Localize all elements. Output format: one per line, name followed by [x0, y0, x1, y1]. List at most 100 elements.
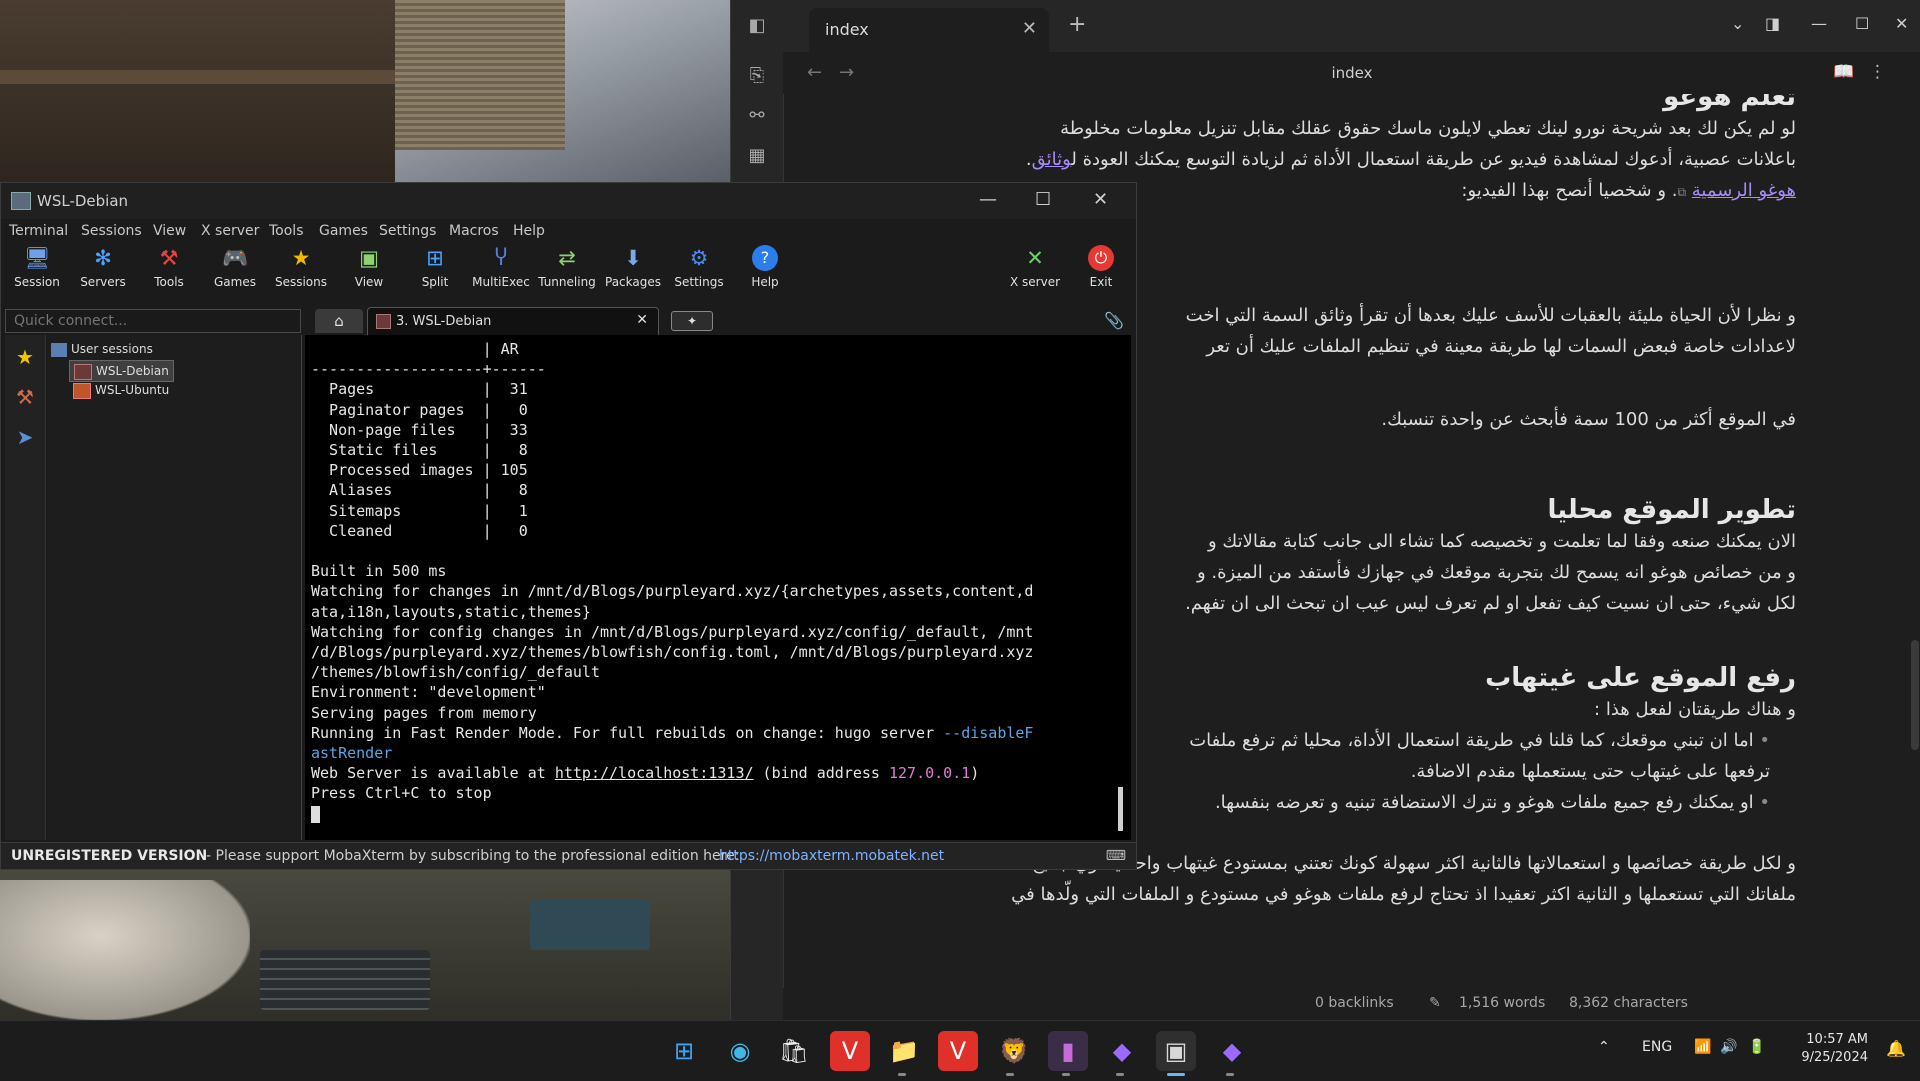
external-link-icon: ⧉: [1677, 185, 1687, 199]
send-icon[interactable]: ➤: [13, 425, 37, 449]
right-sidebar-icon[interactable]: ◨: [1765, 14, 1780, 33]
packages-label: Packages: [605, 275, 661, 289]
multiexec-label: MultiExec: [472, 275, 530, 289]
close-tab-icon[interactable]: ✕: [1022, 18, 1037, 39]
vivaldi-icon[interactable]: V: [830, 1031, 870, 1071]
wallpaper-beam: [0, 0, 395, 190]
menu-macros[interactable]: Macros: [449, 223, 499, 239]
reading-view-icon[interactable]: 📖: [1833, 62, 1854, 82]
tunneling-icon: ⇄: [558, 246, 576, 270]
home-tab[interactable]: ⌂: [315, 309, 363, 333]
view-label: View: [354, 275, 384, 289]
terminal-scrollbar[interactable]: [1118, 787, 1123, 831]
x-server-button[interactable]: ✕ X server: [1005, 245, 1065, 289]
store-icon[interactable]: 🛍: [774, 1031, 814, 1071]
file-explorer-icon[interactable]: 📁: [884, 1031, 924, 1071]
session-tab-wsl-debian[interactable]: 3. WSL-Debian ✕: [367, 307, 659, 336]
chevron-up-icon[interactable]: ⌃: [1598, 1039, 1610, 1055]
brave-icon[interactable]: 🦁: [994, 1031, 1034, 1071]
close-tab-icon[interactable]: ✕: [636, 312, 648, 328]
menu-terminal[interactable]: Terminal: [9, 223, 68, 239]
clock-date: 9/25/2024: [1801, 1050, 1868, 1065]
session-button[interactable]: 🖥 Session: [7, 245, 67, 289]
canvas-icon[interactable]: ▦: [745, 144, 769, 168]
minimize-icon[interactable]: —: [1811, 14, 1827, 33]
menu-view[interactable]: View: [153, 223, 186, 239]
close-window-icon[interactable]: ✕: [1093, 189, 1108, 210]
close-window-icon[interactable]: ✕: [1895, 14, 1908, 33]
new-session-tab-button[interactable]: ✦: [671, 311, 713, 331]
tab-list-icon[interactable]: ⌄: [1731, 14, 1744, 33]
vivaldi-alt-icon[interactable]: V: [938, 1031, 978, 1071]
app-icon[interactable]: ▮: [1048, 1031, 1088, 1071]
quick-connect-input[interactable]: [5, 309, 301, 333]
new-tab-icon[interactable]: +: [1068, 12, 1086, 37]
graph-view-icon[interactable]: ⚯: [745, 104, 769, 128]
menu-games[interactable]: Games: [319, 223, 368, 239]
keyboard-icon[interactable]: ⌨: [1106, 848, 1126, 864]
running-indicator: [1116, 1073, 1124, 1076]
list-item-text: او يمكنك رفع جميع ملفات هوغو و نترك الاس…: [1214, 792, 1754, 813]
localhost-link[interactable]: http://localhost:1313/: [555, 764, 754, 782]
multiexec-button[interactable]: Ⴤ MultiExec: [471, 245, 531, 289]
maximize-icon[interactable]: ☐: [1855, 14, 1869, 33]
bind-address: 127.0.0.1: [889, 764, 971, 783]
edit-pencil-icon[interactable]: ✎: [1429, 995, 1441, 1011]
mobaxterm-icon[interactable]: ▣: [1156, 1031, 1196, 1071]
note-scrollbar[interactable]: [1911, 640, 1919, 750]
character-count: 8,362 characters: [1569, 995, 1688, 1011]
battery-icon[interactable]: 🔋: [1748, 1039, 1765, 1055]
docs-link[interactable]: وثائق: [1032, 149, 1072, 170]
more-options-icon[interactable]: ⋮: [1869, 62, 1886, 82]
menu-tools[interactable]: Tools: [269, 223, 304, 239]
maximize-icon[interactable]: ☐: [1035, 189, 1051, 210]
help-button[interactable]: ? Help: [735, 245, 795, 289]
exit-button[interactable]: ⏻ Exit: [1071, 245, 1131, 289]
tree-item-wsl-debian[interactable]: WSL-Debian: [69, 360, 174, 382]
wallpaper-cloth: [0, 880, 250, 1020]
menu-settings[interactable]: Settings: [379, 223, 436, 239]
tunneling-button[interactable]: ⇄ Tunneling: [537, 245, 597, 289]
obsidian-alt-icon[interactable]: ◆: [1212, 1031, 1252, 1071]
tools-icon: ⚒: [159, 246, 179, 270]
paperclip-icon[interactable]: 📎: [1104, 311, 1124, 330]
tools-button[interactable]: ⚒ Tools: [139, 245, 199, 289]
tree-root-user-sessions[interactable]: User sessions: [51, 339, 153, 359]
sidebar-toggle-icon[interactable]: ◧: [745, 14, 769, 38]
servers-icon: ✻: [94, 246, 112, 270]
servers-label: Servers: [80, 275, 126, 289]
official-docs-link[interactable]: هوغو الرسمية: [1692, 180, 1796, 201]
menu-help[interactable]: Help: [513, 223, 545, 239]
tab-index[interactable]: index ✕: [809, 8, 1049, 52]
packages-button[interactable]: ⬇ Packages: [603, 245, 663, 289]
power-icon: ⏻: [1088, 245, 1114, 271]
volume-icon[interactable]: 🔊: [1720, 1039, 1737, 1055]
language-indicator[interactable]: ENG: [1642, 1039, 1672, 1055]
games-button[interactable]: 🎮 Games: [205, 245, 265, 289]
minimize-icon[interactable]: —: [979, 189, 997, 210]
exit-label: Exit: [1089, 275, 1113, 289]
sessions-button[interactable]: ★ Sessions: [271, 245, 331, 289]
running-indicator: [1006, 1073, 1014, 1076]
session-tab-label: 3. WSL-Debian: [396, 314, 492, 329]
star-icon[interactable]: ★: [13, 345, 37, 369]
split-button[interactable]: ⊞ Split: [405, 245, 465, 289]
edge-icon[interactable]: ◉: [720, 1031, 760, 1071]
obsidian-icon[interactable]: ◆: [1102, 1031, 1142, 1071]
tools-icon[interactable]: ⚒: [13, 385, 37, 409]
tree-item-wsl-ubuntu[interactable]: WSL-Ubuntu: [73, 380, 169, 400]
open-file-icon[interactable]: ⎘: [745, 64, 769, 88]
menu-x-server[interactable]: X server: [201, 223, 259, 239]
settings-button[interactable]: ⚙ Settings: [669, 245, 729, 289]
backlinks-count[interactable]: 0 backlinks: [1315, 995, 1394, 1011]
view-button[interactable]: ▣ View: [339, 245, 399, 289]
servers-button[interactable]: ✻ Servers: [73, 245, 133, 289]
menu-sessions[interactable]: Sessions: [81, 223, 142, 239]
clock[interactable]: 10:57 AM 9/25/2024: [1801, 1031, 1868, 1067]
mobatek-link[interactable]: https://mobaxterm.mobatek.net: [719, 848, 944, 864]
terminal-output[interactable]: | AR -------------------+------ Pages | …: [305, 335, 1131, 840]
tree-root-label: User sessions: [71, 342, 153, 356]
notification-bell-icon[interactable]: 🔔: [1886, 1039, 1906, 1058]
wifi-icon[interactable]: 📶: [1694, 1039, 1711, 1055]
start-menu-icon[interactable]: ⊞: [664, 1031, 704, 1071]
